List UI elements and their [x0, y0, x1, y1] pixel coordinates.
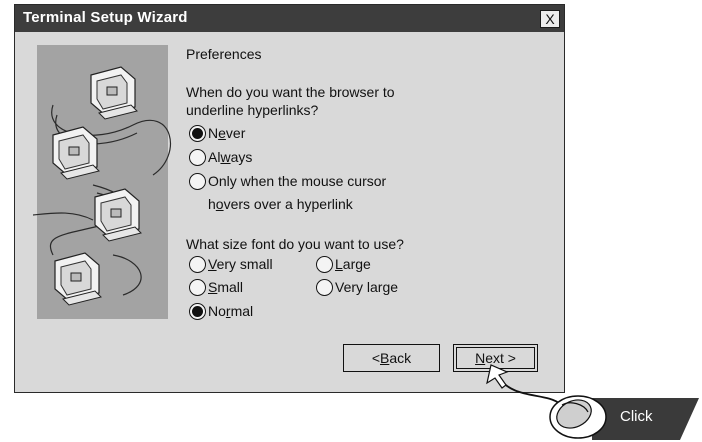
- callout-connector: [497, 375, 561, 405]
- click-label: Click: [620, 408, 653, 425]
- mouse-pointer-icon: [486, 364, 509, 389]
- click-callout: [486, 364, 699, 440]
- mouse-icon: [549, 395, 607, 439]
